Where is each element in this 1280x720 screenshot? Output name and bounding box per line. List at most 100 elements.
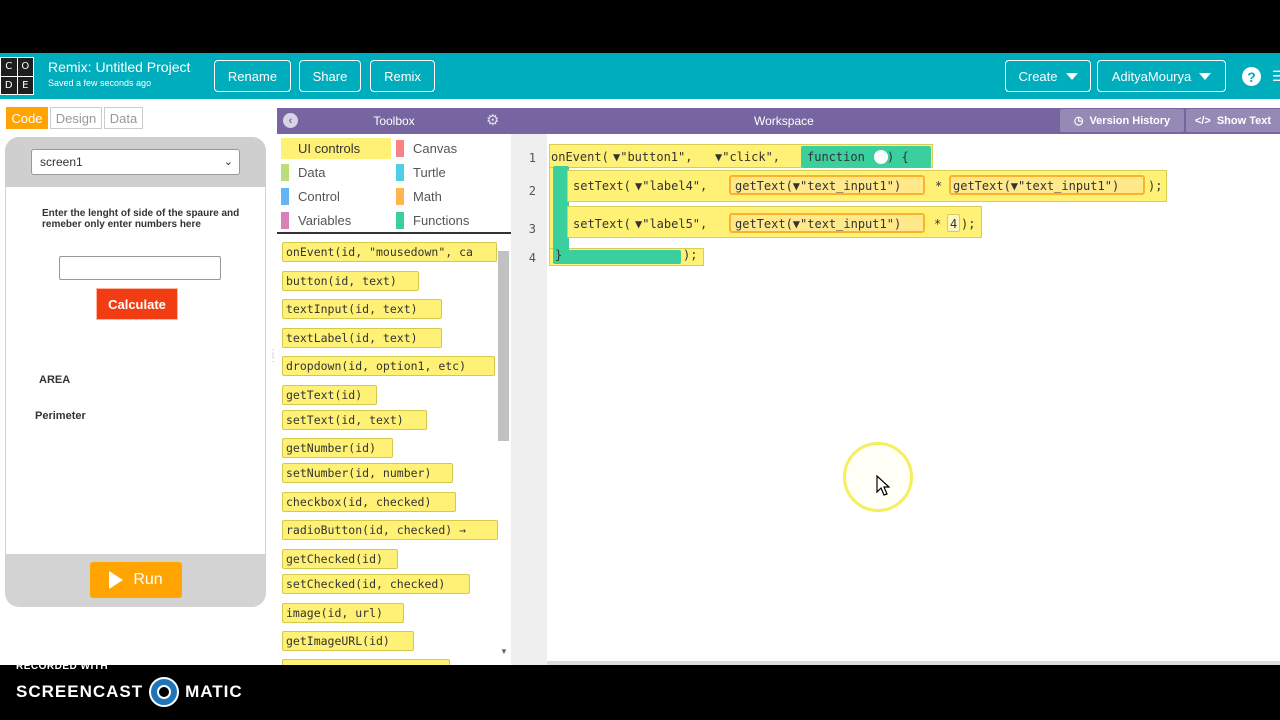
- mouse-pointer-icon: [876, 475, 890, 496]
- category-math[interactable]: Math: [392, 186, 502, 207]
- gear-icon[interactable]: ⚙: [486, 111, 499, 129]
- toolbox-block[interactable]: dropdown(id, option1, etc): [282, 356, 495, 376]
- number-value: 4: [950, 217, 958, 231]
- scroll-down-arrow-icon[interactable]: ▼: [500, 647, 508, 656]
- toolbox-block[interactable]: getImageURL(id): [282, 631, 414, 651]
- toolbox-block[interactable]: textLabel(id, text): [282, 328, 442, 348]
- show-text-button[interactable]: </> Show Text: [1186, 109, 1280, 132]
- screen-selector-bar: screen1 ⌄: [5, 137, 266, 187]
- code-token: onEvent(: [551, 150, 609, 164]
- project-title: Remix: Untitled Project: [48, 59, 191, 75]
- code-token: );: [961, 217, 976, 231]
- string-arg[interactable]: ▼"click",: [715, 150, 780, 164]
- toolbox-block[interactable]: getText(id): [282, 385, 377, 405]
- toolbox-block[interactable]: getNumber(id): [282, 438, 393, 458]
- share-button[interactable]: Share: [299, 60, 361, 92]
- category-swatch: [396, 212, 404, 229]
- watermark-brand-left: SCREENCAST: [16, 682, 144, 701]
- category-control[interactable]: Control: [277, 186, 387, 207]
- play-icon: [109, 571, 124, 589]
- tab-design[interactable]: Design: [50, 107, 102, 129]
- line-number: 2: [528, 184, 536, 198]
- category-canvas[interactable]: Canvas: [392, 138, 502, 159]
- category-functions[interactable]: Functions: [392, 210, 502, 231]
- code-org-logo[interactable]: C O D E: [0, 57, 34, 95]
- string-arg[interactable]: ▼"label5",: [635, 217, 707, 231]
- category-label: Functions: [413, 213, 470, 228]
- function-footer: [553, 250, 681, 264]
- app-preview-panel: Code Design Data screen1 ⌄ Enter the len…: [0, 99, 278, 665]
- chevron-down-icon: [1199, 72, 1212, 80]
- code-workspace[interactable]: onEvent( ▼"button1", ▼"click", function …: [547, 134, 1280, 665]
- category-label: Math: [413, 189, 442, 204]
- show-text-label: Show Text: [1216, 114, 1272, 127]
- calculate-button[interactable]: Calculate: [96, 288, 178, 320]
- header-bar: C O D E Remix: Untitled Project Saved a …: [0, 53, 1280, 99]
- remix-button[interactable]: Remix: [370, 60, 435, 92]
- category-label: Turtle: [413, 165, 446, 180]
- toolbox-block[interactable]: onEvent(id, "mousedown", ca: [282, 242, 497, 262]
- toolbox-block[interactable]: image(id, url): [282, 603, 404, 623]
- side-length-input[interactable]: [59, 256, 221, 280]
- string-arg[interactable]: ▼"label4",: [635, 179, 707, 193]
- toolbox-block[interactable]: radioButton(id, checked) →: [282, 520, 498, 540]
- instructions-label: Enter the lenght of side of the spaure a…: [42, 208, 240, 230]
- category-label: Variables: [298, 213, 352, 228]
- operator: *: [934, 217, 942, 231]
- category-label: Data: [298, 165, 326, 180]
- code-token: setText(: [573, 217, 631, 231]
- toolbox-block[interactable]: setNumber(id, number): [282, 463, 453, 483]
- app-screen: Enter the lenght of side of the spaure a…: [6, 187, 265, 554]
- hamburger-menu-icon[interactable]: ☰: [1272, 68, 1280, 85]
- category-swatch: [281, 212, 289, 229]
- category-swatch: [396, 188, 404, 205]
- toolbox-block[interactable]: textInput(id, text): [282, 299, 442, 319]
- code-token: getText(▼"text_input1"): [735, 179, 902, 193]
- perimeter-label: Perimeter: [35, 410, 86, 422]
- line-number: 1: [528, 151, 536, 165]
- code-token: );: [1148, 179, 1163, 193]
- toolbox-block[interactable]: setChecked(id, checked): [282, 574, 470, 594]
- workspace-header: Workspace ◷ Version History </> Show Text: [511, 108, 1280, 134]
- chevron-down-icon: ⌄: [223, 156, 233, 168]
- run-button[interactable]: Run: [90, 562, 182, 598]
- toolbox-block[interactable]: setText(id, text): [282, 410, 427, 430]
- toolbox-block[interactable]: getChecked(id): [282, 549, 398, 569]
- string-arg[interactable]: ▼"button1",: [613, 150, 692, 164]
- code-token: getText(▼"text_input1"): [953, 179, 1120, 193]
- category-data[interactable]: Data: [277, 162, 387, 183]
- help-icon[interactable]: ?: [1242, 67, 1261, 86]
- param-slot-icon[interactable]: [874, 150, 888, 164]
- category-label: Control: [298, 189, 340, 204]
- toolbox-scrollbar[interactable]: [498, 251, 509, 441]
- toolbox-block[interactable]: button(id, text): [282, 271, 419, 291]
- workspace-bottom-bar: [547, 661, 1280, 665]
- category-turtle[interactable]: Turtle: [392, 162, 502, 183]
- code-icon: </>: [1194, 114, 1211, 127]
- logo-letter: D: [1, 76, 17, 94]
- rename-button[interactable]: Rename: [214, 60, 291, 92]
- user-menu[interactable]: AdityaMourya: [1097, 60, 1226, 92]
- screen-select[interactable]: screen1 ⌄: [31, 149, 240, 175]
- code-token: );: [683, 248, 698, 262]
- toolbox-block[interactable]: [282, 659, 450, 665]
- logo-letter: E: [17, 76, 33, 94]
- create-dropdown[interactable]: Create: [1005, 60, 1091, 92]
- toolbox-block[interactable]: checkbox(id, checked): [282, 492, 456, 512]
- user-name: AdityaMourya: [1111, 68, 1192, 84]
- line-number: 3: [528, 222, 536, 236]
- category-ui-controls[interactable]: UI controls: [281, 138, 391, 159]
- tab-code[interactable]: Code: [6, 107, 48, 129]
- logo-letter: C: [1, 58, 17, 76]
- category-swatch: [281, 188, 289, 205]
- version-history-button[interactable]: ◷ Version History: [1060, 109, 1184, 132]
- tab-data[interactable]: Data: [104, 107, 143, 129]
- screencast-matic-watermark: SCREENCAST MATIC: [16, 677, 243, 707]
- line-number-gutter: 1 2 3 4: [511, 134, 547, 665]
- category-swatch: [396, 140, 404, 157]
- toolbox-header: ‹ Toolbox ⚙: [277, 108, 511, 134]
- category-variables[interactable]: Variables: [277, 210, 387, 231]
- logo-letter: O: [17, 58, 33, 76]
- toolbox-categories: UI controls Canvas Data Turtle Control M…: [277, 134, 511, 234]
- area-label: AREA: [39, 374, 71, 386]
